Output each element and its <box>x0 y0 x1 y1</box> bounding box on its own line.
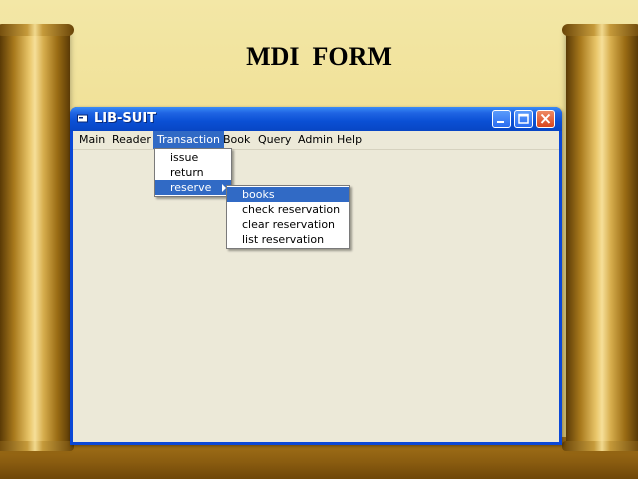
close-icon <box>540 113 551 124</box>
menu-item-books[interactable]: books <box>227 187 349 202</box>
menu-item-list-reservation[interactable]: list reservation <box>227 232 349 247</box>
menu-reader[interactable]: Reader <box>108 131 155 149</box>
slide-title: MDI FORM <box>0 42 638 72</box>
menu-item-check-reservation-label: check reservation <box>242 203 341 216</box>
right-pillar-base <box>562 441 638 451</box>
menu-item-return[interactable]: return <box>155 165 231 180</box>
menu-book[interactable]: Book <box>219 131 254 149</box>
menu-item-issue-label: issue <box>170 151 199 164</box>
menubar: Main Reader Transaction Book Query Admin… <box>73 131 559 150</box>
app-icon <box>77 114 88 123</box>
window-titlebar[interactable]: LIB-SUIT <box>70 107 562 131</box>
menu-query[interactable]: Query <box>254 131 295 149</box>
slide-title-word2: FORM <box>312 42 392 71</box>
menu-item-issue[interactable]: issue <box>155 150 231 165</box>
menu-item-list-reservation-label: list reservation <box>242 233 325 246</box>
menu-item-reserve[interactable]: reserve <box>155 180 231 195</box>
transaction-dropdown: issue return reserve <box>154 148 232 197</box>
left-pillar-cap <box>0 24 74 36</box>
right-pillar <box>562 24 638 451</box>
maximize-icon <box>518 113 529 124</box>
menu-item-return-label: return <box>170 166 204 179</box>
maximize-button[interactable] <box>514 110 533 128</box>
menu-main[interactable]: Main <box>75 131 109 149</box>
close-button[interactable] <box>536 110 555 128</box>
left-pillar <box>0 24 74 451</box>
menu-item-clear-reservation-label: clear reservation <box>242 218 336 231</box>
reserve-submenu: books check reservation clear reservatio… <box>226 185 350 249</box>
minimize-button[interactable] <box>492 110 511 128</box>
menu-item-clear-reservation[interactable]: clear reservation <box>227 217 349 232</box>
slide-title-word1: MDI <box>246 42 300 71</box>
left-pillar-base <box>0 441 74 451</box>
minimize-icon <box>497 121 504 123</box>
menu-item-check-reservation[interactable]: check reservation <box>227 202 349 217</box>
mdi-window: LIB-SUIT Main Reader Transaction Book Qu… <box>70 107 562 445</box>
menu-help[interactable]: Help <box>333 131 366 149</box>
menu-transaction[interactable]: Transaction <box>153 131 224 149</box>
menu-item-books-label: books <box>242 188 275 201</box>
right-pillar-cap <box>562 24 638 36</box>
menu-admin[interactable]: Admin <box>294 131 337 149</box>
mdi-client-area[interactable]: Main Reader Transaction Book Query Admin… <box>73 131 559 442</box>
menu-item-reserve-label: reserve <box>170 181 212 194</box>
window-title: LIB-SUIT <box>94 111 157 126</box>
